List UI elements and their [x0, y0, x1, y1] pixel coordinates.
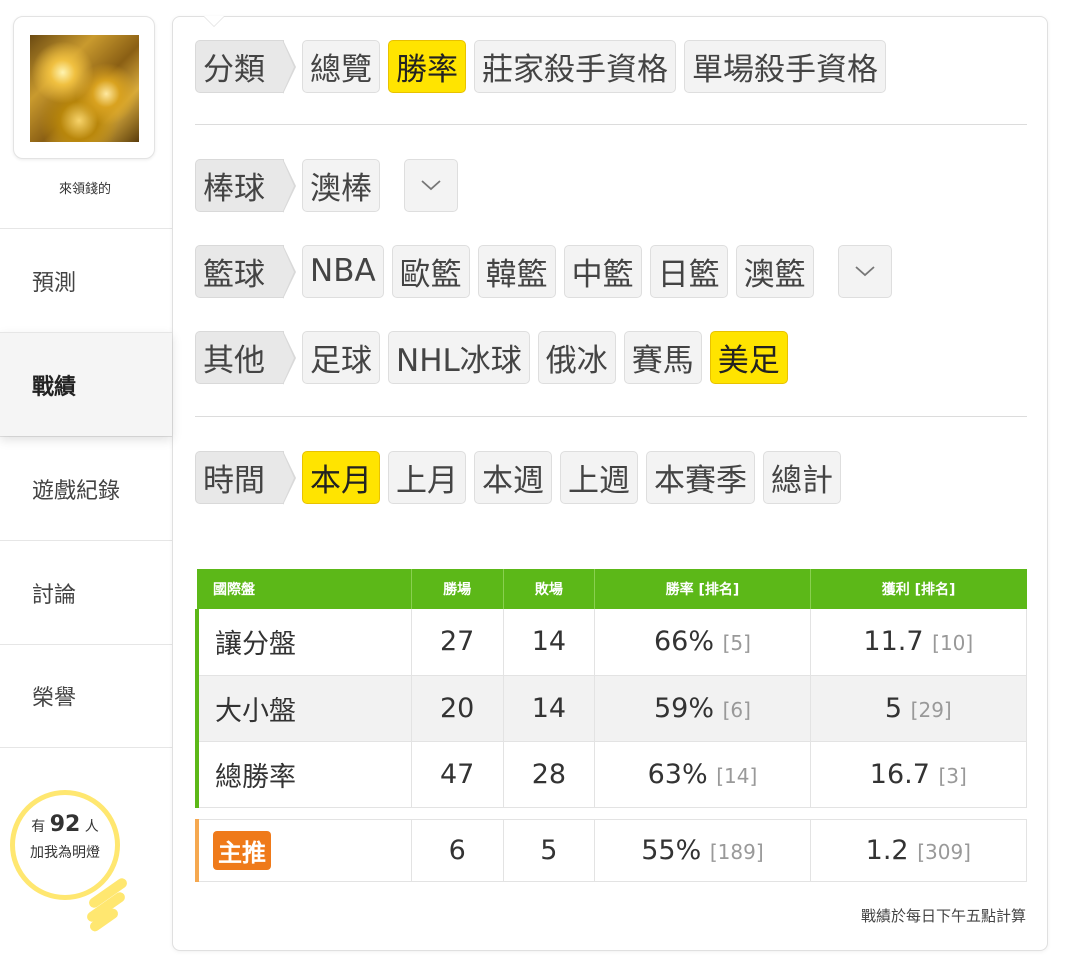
lightbulb-base-icon [82, 876, 132, 934]
rank: [189] [709, 840, 764, 864]
chip-this-season[interactable]: 本賽季 [646, 450, 755, 504]
divider [195, 416, 1027, 417]
rank: [29] [910, 697, 952, 722]
chip-abl[interactable]: 澳棒 [302, 158, 380, 212]
row-name: 總勝率 [194, 741, 412, 808]
row-name: 大小盤 [194, 675, 412, 742]
table-row: 讓分盤 27 14 66% [5] 11.7 [10] [194, 609, 1028, 676]
row-losses: 14 [503, 675, 596, 742]
filter-row-other: 其他 足球 NHL冰球 俄冰 賽馬 美足 [195, 329, 788, 385]
main-pick-wins: 6 [410, 819, 504, 882]
main-pick-profit: 1.2 [309] [809, 819, 1028, 882]
chip-soccer[interactable]: 足球 [302, 330, 380, 384]
main-pick-table: 主推 6 5 55% [189] 1.2 [309] [194, 819, 1028, 882]
main-pick-badge: 主推 [213, 831, 271, 870]
nav-item-predictions[interactable]: 預測 [0, 228, 172, 332]
records-panel: 分類 總覽 勝率 莊家殺手資格 單場殺手資格 棒球 澳棒 籃球 NBA 歐籃 韓… [172, 16, 1048, 951]
calculation-note: 戰績於每日下午五點計算 [860, 907, 1026, 925]
follow-lightbulb[interactable]: 有 92 人 加我為明燈 [10, 790, 130, 940]
chip-this-week[interactable]: 本週 [474, 450, 552, 504]
chip-last-week[interactable]: 上週 [560, 450, 638, 504]
stats-table: 國際盤 勝場 敗場 勝率 [排名] 獲利 [排名] 讓分盤 27 14 66% … [194, 569, 1028, 808]
chip-dealer-killer[interactable]: 莊家殺手資格 [474, 39, 676, 93]
row-profit: 5 [29] [810, 675, 1028, 742]
filter-label-category: 分類 [195, 39, 296, 94]
nav-item-records[interactable]: 戰績 [0, 332, 172, 436]
header-win-rate: 勝率 [排名] [594, 569, 811, 609]
chip-single-killer[interactable]: 單場殺手資格 [684, 39, 886, 93]
panel-notch [203, 16, 225, 28]
chip-win-rate[interactable]: 勝率 [388, 39, 466, 93]
row-losses: 28 [503, 741, 596, 808]
chevron-down-icon [855, 266, 875, 277]
avatar-frame[interactable] [13, 16, 155, 159]
chip-overview[interactable]: 總覽 [302, 39, 380, 93]
row-name: 讓分盤 [194, 609, 412, 676]
fans-count: 92 [49, 812, 81, 837]
row-wins: 47 [411, 741, 504, 808]
filter-label-time: 時間 [195, 450, 296, 505]
basketball-more-dropdown[interactable] [837, 244, 892, 298]
avatar[interactable] [30, 35, 139, 142]
rank: [5] [722, 631, 751, 656]
main-pick-label: 主推 [194, 819, 412, 882]
header-profit: 獲利 [排名] [810, 569, 1027, 609]
chip-this-month[interactable]: 本月 [302, 450, 380, 504]
rank: [309] [917, 840, 971, 864]
rank: [3] [938, 763, 967, 788]
chip-nhl[interactable]: NHL冰球 [388, 330, 530, 384]
header-wins: 勝場 [411, 569, 504, 609]
row-profit: 16.7 [3] [810, 741, 1028, 808]
chip-australia-basketball[interactable]: 澳籃 [735, 244, 814, 298]
fans-count-text: 有 92 人 [31, 812, 99, 837]
row-wins: 20 [411, 675, 504, 742]
row-wins: 27 [411, 609, 504, 676]
table-header-row: 國際盤 勝場 敗場 勝率 [排名] 獲利 [排名] [197, 569, 1027, 609]
header-losses: 敗場 [503, 569, 596, 609]
row-profit: 11.7 [10] [810, 609, 1028, 676]
follow-prompt: 加我為明燈 [30, 845, 100, 861]
filter-row-baseball: 棒球 澳棒 [195, 157, 458, 213]
filter-row-basketball: 籃球 NBA 歐籃 韓籃 中籃 日籃 澳籃 [195, 243, 892, 299]
row-losses: 14 [503, 609, 596, 676]
row-win-rate: 66% [5] [594, 609, 811, 676]
rank: [14] [716, 763, 758, 788]
filter-row-category: 分類 總覽 勝率 莊家殺手資格 單場殺手資格 [195, 38, 886, 94]
rank: [10] [932, 631, 974, 656]
chip-american-football[interactable]: 美足 [709, 330, 788, 384]
user-name[interactable]: 來領錢的 [0, 178, 170, 197]
chip-last-month[interactable]: 上月 [388, 450, 466, 504]
row-win-rate: 59% [6] [594, 675, 811, 742]
baseball-more-dropdown[interactable] [404, 158, 458, 212]
table-row: 總勝率 47 28 63% [14] 16.7 [3] [194, 741, 1028, 808]
header-market: 國際盤 [197, 569, 412, 609]
chevron-down-icon [421, 180, 441, 191]
sidebar: 來領錢的 預測 戰績 遊戲紀錄 討論 榮譽 有 92 人 加我為明燈 [0, 0, 172, 968]
filter-label-other: 其他 [195, 330, 296, 385]
chip-horse-racing[interactable]: 賽馬 [623, 330, 702, 384]
chip-khl[interactable]: 俄冰 [537, 330, 616, 384]
chip-all-time[interactable]: 總計 [763, 450, 841, 504]
row-win-rate: 63% [14] [594, 741, 811, 808]
filter-label-basketball: 籃球 [195, 244, 296, 299]
divider [195, 124, 1027, 125]
chip-euro-basketball[interactable]: 歐籃 [391, 244, 470, 298]
main-pick-row: 主推 6 5 55% [189] 1.2 [309] [194, 819, 1028, 882]
chip-nba[interactable]: NBA [302, 244, 384, 298]
chip-china-basketball[interactable]: 中籃 [563, 244, 642, 298]
chip-korea-basketball[interactable]: 韓籃 [477, 244, 556, 298]
table-row: 大小盤 20 14 59% [6] 5 [29] [194, 675, 1028, 742]
filter-label-baseball: 棒球 [195, 158, 296, 213]
nav-item-game-history[interactable]: 遊戲紀錄 [0, 436, 172, 540]
chip-japan-basketball[interactable]: 日籃 [649, 244, 728, 298]
nav-item-honors[interactable]: 榮譽 [0, 644, 172, 748]
main-pick-losses: 5 [502, 819, 596, 882]
nav-item-discussion[interactable]: 討論 [0, 540, 172, 644]
main-pick-win-rate: 55% [189] [594, 819, 811, 882]
filter-row-time: 時間 本月 上月 本週 上週 本賽季 總計 [195, 449, 841, 505]
rank: [6] [722, 697, 751, 722]
